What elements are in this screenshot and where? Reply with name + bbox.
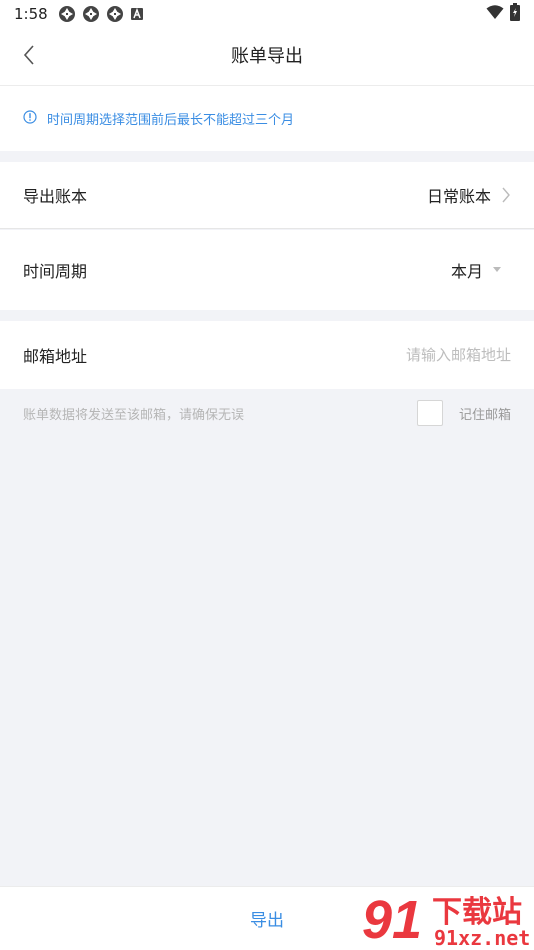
email-input[interactable]: [291, 346, 511, 364]
email-label: 邮箱地址: [23, 347, 88, 366]
period-row[interactable]: 时间周期 本月: [0, 230, 534, 310]
site-watermark: 91 下载站 91xz.net: [362, 888, 532, 950]
ledger-label: 导出账本: [23, 187, 88, 206]
battery-icon: [510, 3, 520, 25]
a-badge-icon: [130, 7, 144, 21]
aperture-icon: [106, 5, 124, 23]
info-icon: [23, 109, 37, 128]
nav-bar: 账单导出: [0, 28, 534, 86]
ledger-row[interactable]: 导出账本 日常账本: [0, 162, 534, 229]
period-selector[interactable]: 本月: [451, 258, 501, 282]
wifi-icon: [486, 4, 504, 24]
status-time: 1:58: [14, 5, 48, 23]
ledger-value: 日常账本: [426, 187, 491, 206]
period-label: 时间周期: [23, 262, 88, 281]
watermark-logo-text: 91: [362, 890, 422, 950]
ledger-selector[interactable]: 日常账本: [427, 183, 511, 207]
watermark-domain: 91xz.net: [434, 926, 530, 950]
notice-banner: 时间周期选择范围前后最长不能超过三个月: [0, 86, 534, 151]
watermark-logo: 91 下载站 91xz.net: [362, 890, 530, 950]
remember-email-label: 记住邮箱: [458, 407, 511, 423]
export-button[interactable]: 导出: [250, 906, 284, 931]
remember-email-toggle[interactable]: 记住邮箱: [416, 400, 511, 426]
aperture-icon: [82, 5, 100, 23]
hint-row: 账单数据将发送至该邮箱，请确保无误 记住邮箱: [0, 389, 534, 437]
aperture-icon: [58, 5, 76, 23]
back-button[interactable]: [14, 42, 44, 72]
notice-text: 时间周期选择范围前后最长不能超过三个月: [47, 113, 295, 128]
watermark-brand: 下载站: [432, 895, 522, 930]
status-system-icons: [486, 3, 520, 25]
status-bar: 1:58: [0, 0, 534, 28]
remember-email-checkbox[interactable]: [416, 400, 443, 426]
email-hint-text: 账单数据将发送至该邮箱，请确保无误: [23, 407, 245, 423]
chevron-left-icon: [22, 44, 36, 70]
status-notification-icons: [58, 5, 144, 23]
chevron-right-icon: [501, 186, 511, 204]
email-row: 邮箱地址: [0, 321, 534, 389]
caret-down-icon: [493, 267, 501, 273]
period-value: 本月: [450, 262, 483, 281]
page-title: 账单导出: [231, 46, 303, 67]
bill-export-screen: 1:58 账单导出 时间周期选择范围前后最长不能超过三个月 导出账本 日常账本 …: [0, 0, 534, 950]
